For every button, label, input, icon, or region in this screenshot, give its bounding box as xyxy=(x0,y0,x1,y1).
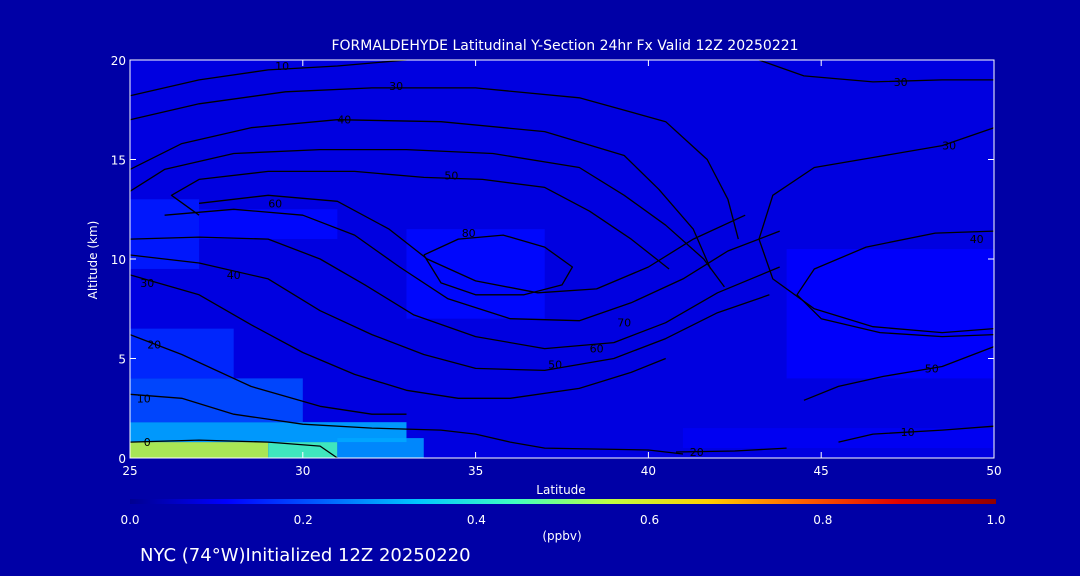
field-region-3 xyxy=(130,422,407,443)
contour-label-4: 40 xyxy=(227,269,241,282)
field-region-8 xyxy=(406,229,545,319)
chart-canvas: 010203040506070806050403010303040501020 … xyxy=(86,38,1006,566)
colorbar xyxy=(130,499,996,504)
x-tick-label-1: 30 xyxy=(295,464,310,478)
colorbar-tick-label-0: 0.0 xyxy=(120,513,139,527)
contour-label-13: 10 xyxy=(275,60,289,73)
colorbar-tick-label-2: 0.4 xyxy=(467,513,486,527)
contour-label-19: 20 xyxy=(690,446,704,459)
y-tick-label-3: 15 xyxy=(111,154,126,168)
y-tick-label-4: 20 xyxy=(111,54,126,68)
x-tick-label-2: 35 xyxy=(468,464,483,478)
contour-label-12: 30 xyxy=(389,80,403,93)
y-tick-label-1: 5 xyxy=(118,353,126,367)
contour-label-17: 50 xyxy=(925,362,939,375)
field-region-4 xyxy=(130,378,303,423)
colorbar-tick-label-1: 0.2 xyxy=(294,513,313,527)
field-region-7 xyxy=(199,209,338,240)
colorbar-unit-label: (ppbv) xyxy=(542,529,581,543)
contour-label-14: 30 xyxy=(894,76,908,89)
x-tick-label-5: 50 xyxy=(986,464,1001,478)
colorbar-ticks: 0.0 0.2 0.4 0.6 0.8 1.0 xyxy=(120,513,1005,527)
field-region-9 xyxy=(682,428,994,449)
x-tick-label-3: 40 xyxy=(641,464,656,478)
y-axis-label: Altitude (km) xyxy=(86,221,100,300)
contour-label-5: 50 xyxy=(548,359,562,372)
x-tick-label-0: 25 xyxy=(122,464,137,478)
colorbar-tick-label-3: 0.6 xyxy=(640,513,659,527)
contour-label-15: 30 xyxy=(942,140,956,153)
y-tick-label-0: 0 xyxy=(118,452,126,466)
contour-label-8: 80 xyxy=(462,227,476,240)
contour-label-6: 60 xyxy=(590,343,604,356)
contour-label-1: 10 xyxy=(137,392,151,405)
contour-label-0: 0 xyxy=(144,436,151,449)
contour-label-10: 50 xyxy=(444,169,458,182)
footer-location-text: NYC (74°W)Initialized 12Z 20250220 xyxy=(140,545,471,566)
colorbar-tick-label-4: 0.8 xyxy=(813,513,832,527)
contour-label-9: 60 xyxy=(268,197,282,210)
x-tick-label-4: 45 xyxy=(814,464,829,478)
contour-label-18: 10 xyxy=(901,426,915,439)
contour-label-16: 40 xyxy=(970,233,984,246)
contour-label-3: 30 xyxy=(140,277,154,290)
colorbar-tick-label-5: 1.0 xyxy=(986,513,1005,527)
chart-title: FORMALDEHYDE Latitudinal Y-Section 24hr … xyxy=(331,38,798,54)
contour-label-11: 40 xyxy=(337,114,351,127)
x-axis-label: Latitude xyxy=(536,483,585,497)
contour-label-2: 20 xyxy=(147,339,161,352)
contour-label-7: 70 xyxy=(617,317,631,330)
y-tick-label-2: 10 xyxy=(111,253,126,267)
